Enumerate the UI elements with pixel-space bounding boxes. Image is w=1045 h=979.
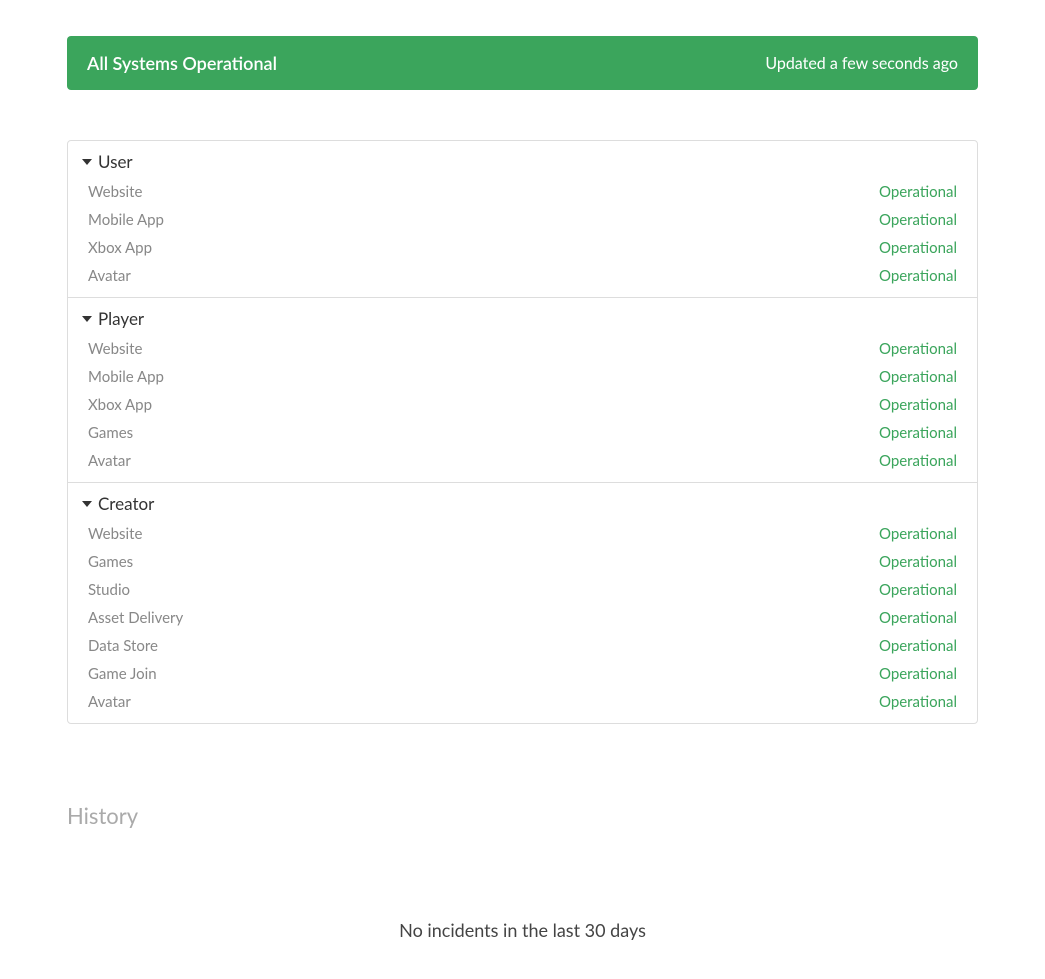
component-status: Operational bbox=[879, 267, 957, 285]
component-item: Website Operational bbox=[68, 178, 977, 206]
component-name: Studio bbox=[88, 581, 130, 599]
component-status: Operational bbox=[879, 452, 957, 470]
component-status: Operational bbox=[879, 424, 957, 442]
no-incidents-message: No incidents in the last 30 days bbox=[67, 919, 978, 941]
history-title: History bbox=[67, 802, 978, 829]
component-item: Asset Delivery Operational bbox=[68, 604, 977, 632]
group-name: Creator bbox=[98, 493, 154, 514]
component-status: Operational bbox=[879, 553, 957, 571]
status-banner: All Systems Operational Updated a few se… bbox=[67, 36, 978, 90]
component-status: Operational bbox=[879, 637, 957, 655]
chevron-down-icon bbox=[82, 316, 92, 322]
chevron-down-icon bbox=[82, 501, 92, 507]
component-name: Website bbox=[88, 183, 142, 201]
component-item: Website Operational bbox=[68, 520, 977, 548]
group-name: Player bbox=[98, 308, 144, 329]
history-section: History No incidents in the last 30 days bbox=[67, 802, 978, 941]
component-item: Studio Operational bbox=[68, 576, 977, 604]
component-group-user: User Website Operational Mobile App Oper… bbox=[68, 141, 977, 298]
chevron-down-icon bbox=[82, 159, 92, 165]
component-item: Game Join Operational bbox=[68, 660, 977, 688]
component-name: Mobile App bbox=[88, 368, 164, 386]
component-name: Avatar bbox=[88, 693, 131, 711]
status-banner-title: All Systems Operational bbox=[87, 52, 277, 74]
component-name: Asset Delivery bbox=[88, 609, 183, 627]
component-name: Website bbox=[88, 340, 142, 358]
component-status: Operational bbox=[879, 609, 957, 627]
component-status: Operational bbox=[879, 581, 957, 599]
component-name: Data Store bbox=[88, 637, 158, 655]
group-header-user[interactable]: User bbox=[68, 141, 977, 178]
component-item: Avatar Operational bbox=[68, 262, 977, 297]
component-status: Operational bbox=[879, 665, 957, 683]
component-name: Avatar bbox=[88, 267, 131, 285]
group-header-creator[interactable]: Creator bbox=[68, 483, 977, 520]
component-status: Operational bbox=[879, 396, 957, 414]
component-name: Xbox App bbox=[88, 396, 152, 414]
component-name: Game Join bbox=[88, 665, 157, 683]
component-item: Avatar Operational bbox=[68, 688, 977, 723]
component-status: Operational bbox=[879, 525, 957, 543]
component-status: Operational bbox=[879, 693, 957, 711]
component-name: Mobile App bbox=[88, 211, 164, 229]
component-item: Mobile App Operational bbox=[68, 206, 977, 234]
component-item: Mobile App Operational bbox=[68, 363, 977, 391]
component-status: Operational bbox=[879, 211, 957, 229]
component-status: Operational bbox=[879, 183, 957, 201]
status-banner-updated: Updated a few seconds ago bbox=[765, 54, 958, 73]
component-status: Operational bbox=[879, 340, 957, 358]
component-item: Games Operational bbox=[68, 548, 977, 576]
component-group-player: Player Website Operational Mobile App Op… bbox=[68, 298, 977, 483]
component-item: Data Store Operational bbox=[68, 632, 977, 660]
component-item: Xbox App Operational bbox=[68, 391, 977, 419]
component-status: Operational bbox=[879, 239, 957, 257]
component-item: Website Operational bbox=[68, 335, 977, 363]
component-name: Games bbox=[88, 424, 133, 442]
component-status: Operational bbox=[879, 368, 957, 386]
component-group-creator: Creator Website Operational Games Operat… bbox=[68, 483, 977, 723]
component-item: Xbox App Operational bbox=[68, 234, 977, 262]
components-container: User Website Operational Mobile App Oper… bbox=[67, 140, 978, 724]
component-name: Avatar bbox=[88, 452, 131, 470]
component-name: Games bbox=[88, 553, 133, 571]
component-item: Games Operational bbox=[68, 419, 977, 447]
group-name: User bbox=[98, 151, 133, 172]
component-name: Xbox App bbox=[88, 239, 152, 257]
group-header-player[interactable]: Player bbox=[68, 298, 977, 335]
component-name: Website bbox=[88, 525, 142, 543]
component-item: Avatar Operational bbox=[68, 447, 977, 482]
